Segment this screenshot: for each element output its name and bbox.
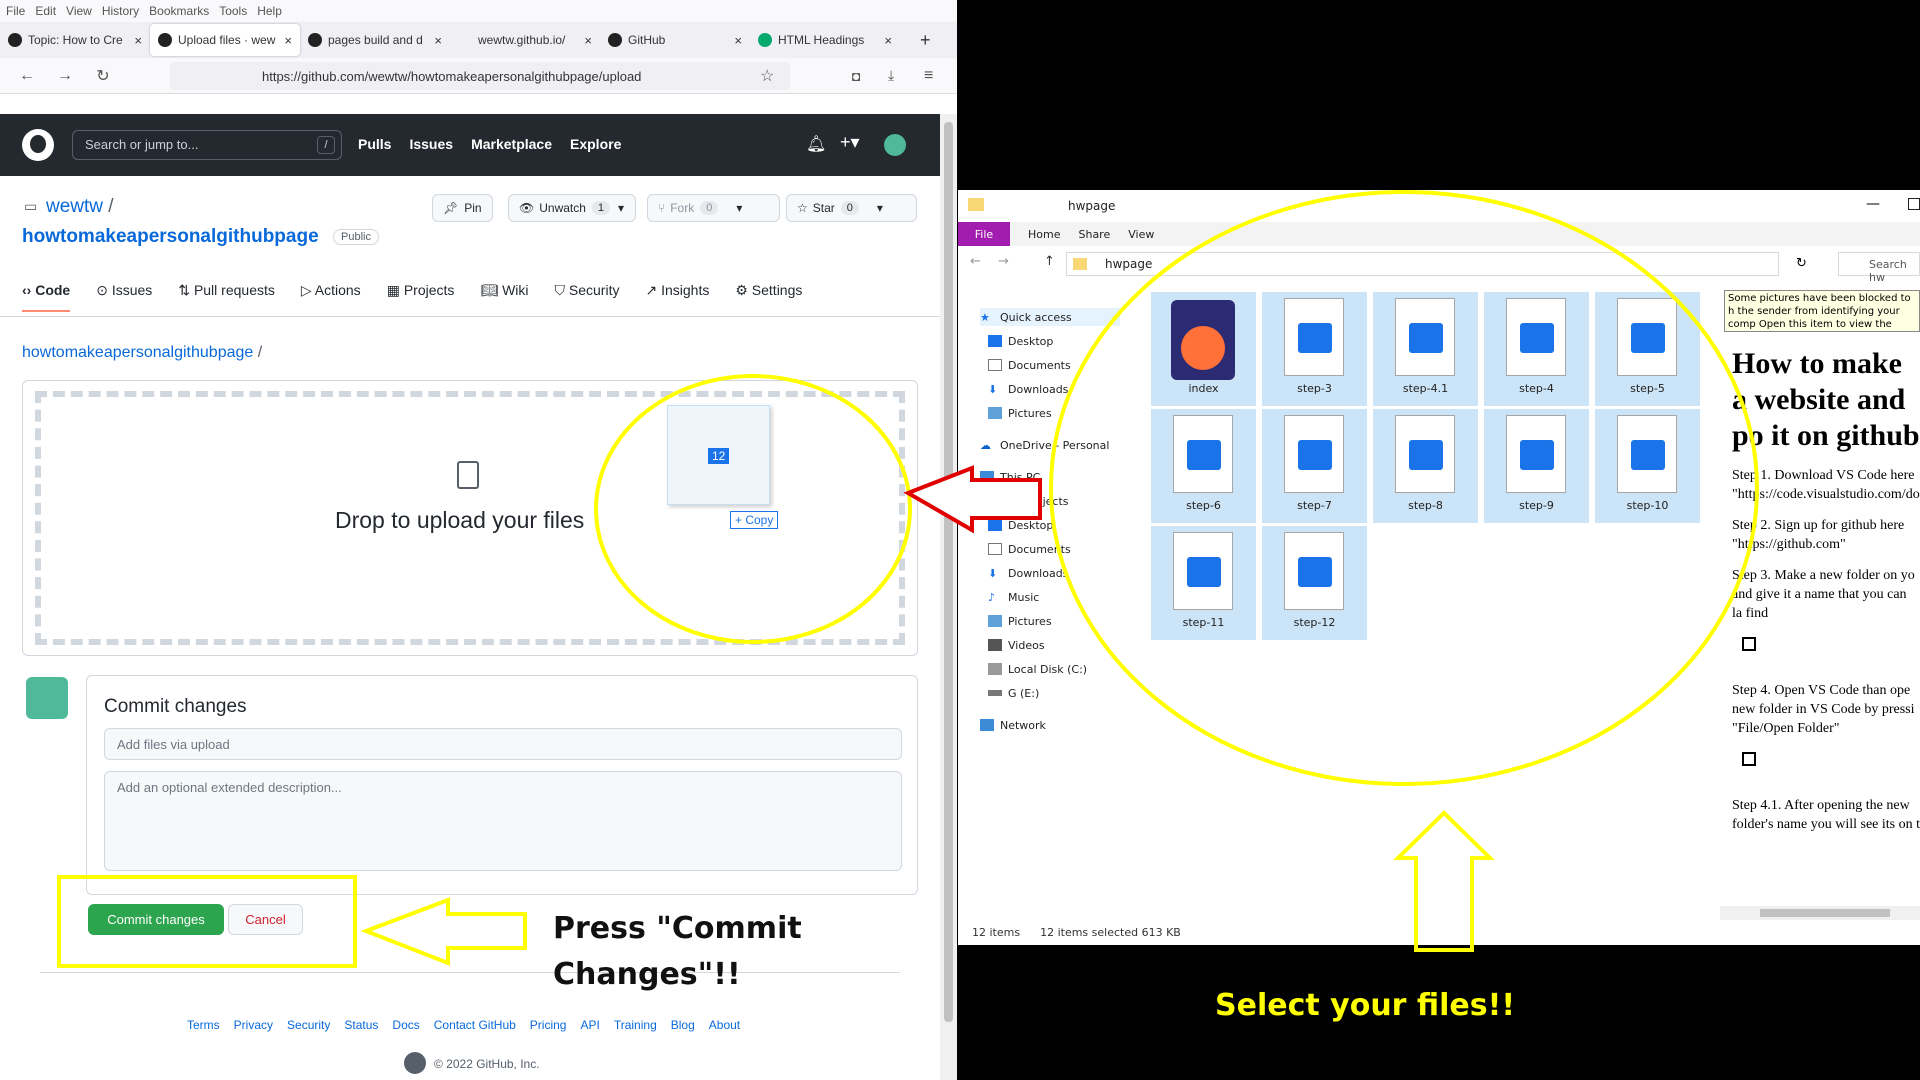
select-hint-text: Select your files!! — [1215, 988, 1515, 1023]
yellow-arrow-left-icon — [360, 897, 527, 966]
highlight-box-commit — [57, 875, 357, 968]
yellow-arrow-up-icon — [1393, 810, 1495, 952]
annotation-overlay — [57, 190, 1759, 968]
highlight-ellipse-drop-zone — [594, 374, 912, 644]
commit-hint-text: Press "Commit Changes"!! — [553, 911, 802, 992]
highlight-ellipse-files — [1049, 190, 1759, 786]
red-arrow-icon — [903, 465, 1042, 534]
